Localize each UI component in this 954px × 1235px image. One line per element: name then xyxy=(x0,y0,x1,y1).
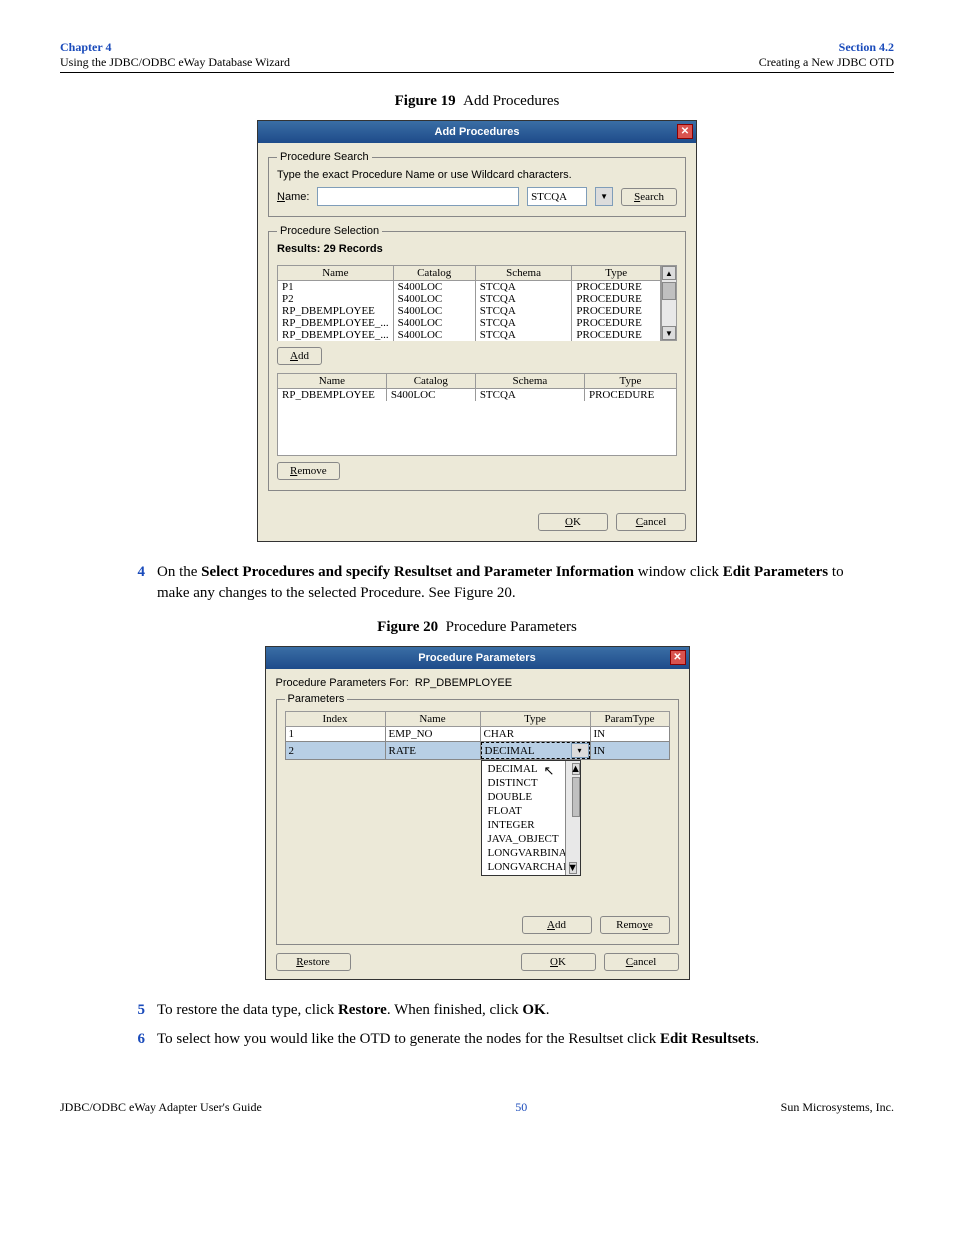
footer-right: Sun Microsystems, Inc. xyxy=(781,1100,894,1115)
remove-button[interactable]: Remove xyxy=(277,462,340,480)
ok-button[interactable]: OK xyxy=(521,953,596,971)
remove-button[interactable]: Remove xyxy=(600,916,670,934)
scroll-thumb[interactable] xyxy=(662,282,676,300)
footer-left: JDBC/ODBC eWay Adapter User's Guide xyxy=(60,1100,262,1115)
scrollbar[interactable]: ▲ ▼ xyxy=(661,265,677,341)
name-label: Name: xyxy=(277,191,309,203)
page-number: 50 xyxy=(515,1100,527,1115)
col-type[interactable]: Type xyxy=(572,266,661,281)
section-link[interactable]: Section 4.2 xyxy=(759,40,894,55)
cursor-icon: ↖ xyxy=(544,763,555,779)
table-row[interactable]: 1 EMP_NO CHAR IN xyxy=(285,727,669,742)
dropdown-option[interactable]: DISTINCT xyxy=(485,776,577,790)
table-row[interactable]: RP_DBEMPLOYEE_...S400LOCSTCQAPROCEDURE xyxy=(278,329,661,341)
search-button[interactable]: Search xyxy=(621,188,677,206)
name-input[interactable] xyxy=(317,187,519,206)
chapter-subtitle: Using the JDBC/ODBC eWay Database Wizard xyxy=(60,55,290,70)
step-4: 4 On the Select Procedures and specify R… xyxy=(130,562,844,604)
col-catalog[interactable]: Catalog xyxy=(393,266,475,281)
scroll-up-icon[interactable]: ▲ xyxy=(572,763,580,775)
dropdown-scrollbar[interactable]: ▲ ▼ xyxy=(565,761,580,875)
results-table[interactable]: Name Catalog Schema Type P1S400LOCSTCQAP… xyxy=(277,265,661,341)
procedure-selection-fieldset: Procedure Selection Results: 29 Records … xyxy=(268,225,686,491)
close-icon[interactable]: ✕ xyxy=(677,124,693,139)
dialog-titlebar[interactable]: Procedure Parameters ✕ xyxy=(266,647,689,669)
section-subtitle: Creating a New JDBC OTD xyxy=(759,55,894,70)
step-5: 5 To restore the data type, click Restor… xyxy=(130,1000,844,1021)
step-number: 4 xyxy=(130,562,145,604)
step-number: 6 xyxy=(130,1029,145,1050)
search-hint: Type the exact Procedure Name or use Wil… xyxy=(277,169,677,181)
parameters-legend: Parameters xyxy=(285,693,348,705)
procedure-parameters-dialog: Procedure Parameters ✕ Procedure Paramet… xyxy=(265,646,690,980)
dialog-title: Procedure Parameters xyxy=(418,652,535,664)
results-label: Results: 29 Records xyxy=(277,243,677,255)
table-row[interactable]: P1S400LOCSTCQAPROCEDURE xyxy=(278,281,661,294)
col-type[interactable]: Type xyxy=(584,374,676,389)
procedure-search-legend: Procedure Search xyxy=(277,151,372,163)
step-number: 5 xyxy=(130,1000,145,1021)
dropdown-option[interactable]: LONGVARCHAR xyxy=(485,860,577,874)
dropdown-option[interactable]: FLOAT xyxy=(485,804,577,818)
col-type[interactable]: Type xyxy=(480,712,590,727)
col-index[interactable]: Index xyxy=(285,712,385,727)
scroll-thumb[interactable] xyxy=(572,777,580,817)
figure-19-caption: Figure 19 Add Procedures xyxy=(60,93,894,110)
dropdown-option[interactable]: DECIMAL xyxy=(485,762,577,776)
dropdown-option[interactable]: LONGVARBINAR xyxy=(485,846,577,860)
scroll-down-icon[interactable]: ▼ xyxy=(569,862,577,874)
procedure-selection-legend: Procedure Selection xyxy=(277,225,382,237)
parameters-for-label: Procedure Parameters For: RP_DBEMPLOYEE xyxy=(276,677,679,689)
col-name[interactable]: Name xyxy=(278,266,394,281)
schema-input[interactable] xyxy=(527,187,587,206)
ok-button[interactable]: OK xyxy=(538,513,608,531)
dialog-title: Add Procedures xyxy=(435,126,520,138)
selected-table[interactable]: Name Catalog Schema Type RP_DBEMPLOYEES4… xyxy=(277,373,677,401)
chapter-link[interactable]: Chapter 4 xyxy=(60,40,290,55)
dropdown-option[interactable]: INTEGER xyxy=(485,818,577,832)
col-name[interactable]: Name xyxy=(278,374,387,389)
col-paramtype[interactable]: ParamType xyxy=(590,712,669,727)
cancel-button[interactable]: Cancel xyxy=(604,953,679,971)
type-dropdown-icon[interactable]: ▾ xyxy=(571,743,589,758)
col-catalog[interactable]: Catalog xyxy=(386,374,475,389)
page-header: Chapter 4 Using the JDBC/ODBC eWay Datab… xyxy=(60,40,894,73)
col-schema[interactable]: Schema xyxy=(475,374,584,389)
procedure-search-fieldset: Procedure Search Type the exact Procedur… xyxy=(268,151,686,217)
table-row[interactable]: RP_DBEMPLOYEE_...S400LOCSTCQAPROCEDURE xyxy=(278,317,661,329)
scroll-down-icon[interactable]: ▼ xyxy=(662,326,676,340)
restore-button[interactable]: Restore xyxy=(276,953,351,971)
table-row[interactable]: P2S400LOCSTCQAPROCEDURE xyxy=(278,293,661,305)
dialog-titlebar[interactable]: Add Procedures ✕ xyxy=(258,121,696,143)
add-button[interactable]: Add xyxy=(277,347,322,365)
scroll-up-icon[interactable]: ▲ xyxy=(662,266,676,280)
close-icon[interactable]: ✕ xyxy=(670,650,686,665)
type-dropdown-list[interactable]: DECIMALDISTINCTDOUBLEFLOATINTEGERJAVA_OB… xyxy=(481,760,581,876)
add-procedures-dialog: Add Procedures ✕ Procedure Search Type t… xyxy=(257,120,697,542)
parameters-fieldset: Parameters Index Name Type ParamType 1 E… xyxy=(276,693,679,945)
add-button[interactable]: Add xyxy=(522,916,592,934)
col-schema[interactable]: Schema xyxy=(475,266,572,281)
table-row[interactable]: 2 RATE DECIMAL ▾ DECIMALDISTINCTDOUBLEFL… xyxy=(285,742,669,760)
results-table-container: Name Catalog Schema Type P1S400LOCSTCQAP… xyxy=(277,265,677,341)
cancel-button[interactable]: Cancel xyxy=(616,513,686,531)
parameters-table[interactable]: Index Name Type ParamType 1 EMP_NO CHAR … xyxy=(285,711,670,760)
step-6: 6 To select how you would like the OTD t… xyxy=(130,1029,844,1050)
dropdown-option[interactable]: DOUBLE xyxy=(485,790,577,804)
dropdown-option[interactable]: JAVA_OBJECT xyxy=(485,832,577,846)
table-row[interactable]: RP_DBEMPLOYEES400LOCSTCQAPROCEDURE xyxy=(278,389,677,402)
page-footer: JDBC/ODBC eWay Adapter User's Guide 50 S… xyxy=(60,1100,894,1115)
schema-dropdown-icon[interactable]: ▼ xyxy=(595,187,613,206)
figure-20-caption: Figure 20 Procedure Parameters xyxy=(60,619,894,636)
col-name[interactable]: Name xyxy=(385,712,480,727)
table-row[interactable]: RP_DBEMPLOYEES400LOCSTCQAPROCEDURE xyxy=(278,305,661,317)
